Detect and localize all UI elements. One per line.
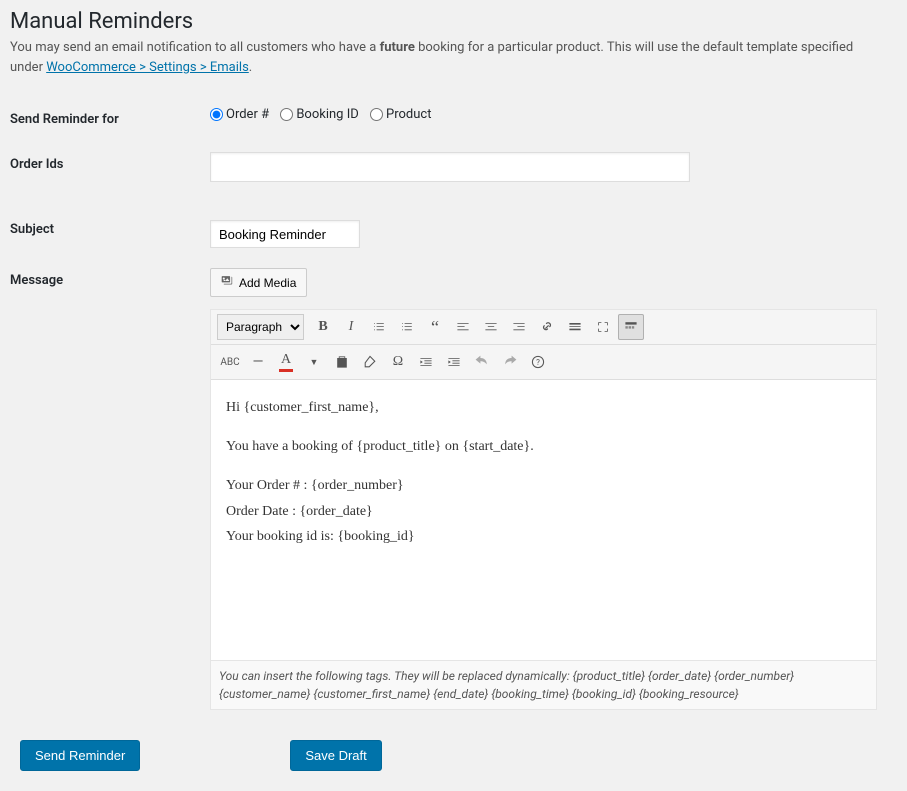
- message-label: Message: [0, 258, 200, 720]
- save-draft-button[interactable]: Save Draft: [290, 740, 381, 771]
- blockquote-button[interactable]: “: [422, 314, 448, 340]
- format-select[interactable]: Paragraph: [217, 314, 304, 340]
- add-media-label: Add Media: [239, 276, 296, 290]
- redo-button[interactable]: [497, 349, 523, 375]
- settings-link[interactable]: WooCommerce > Settings > Emails: [46, 60, 249, 75]
- page-title: Manual Reminders: [10, 0, 887, 38]
- tags-note: You can insert the following tags. They …: [210, 661, 877, 710]
- radio-product-label[interactable]: Product: [370, 107, 431, 122]
- reminder-for-label: Send Reminder for: [0, 97, 200, 142]
- editor-wrapper: Paragraph B I “ ABC — A: [210, 309, 877, 661]
- radio-order[interactable]: [210, 108, 223, 121]
- clear-formatting-button[interactable]: [357, 349, 383, 375]
- editor-toolbar-row1: Paragraph B I “: [211, 310, 876, 345]
- undo-button[interactable]: [469, 349, 495, 375]
- svg-text:?: ?: [536, 358, 540, 367]
- paste-text-button[interactable]: [329, 349, 355, 375]
- order-ids-label: Order Ids: [0, 142, 200, 192]
- special-char-button[interactable]: Ω: [385, 349, 411, 375]
- subject-label: Subject: [0, 192, 200, 258]
- reminder-for-radio-group: Order # Booking ID Product: [210, 107, 877, 122]
- number-list-button[interactable]: [394, 314, 420, 340]
- buttons-row: Send Reminder Save Draft: [0, 740, 887, 771]
- toolbar-toggle-button[interactable]: [618, 314, 644, 340]
- subject-input[interactable]: [210, 220, 360, 248]
- bold-button[interactable]: B: [310, 314, 336, 340]
- align-right-button[interactable]: [506, 314, 532, 340]
- editor-line: Your Order # : {order_number} Order Date…: [226, 473, 861, 549]
- indent-button[interactable]: [441, 349, 467, 375]
- editor-toolbar-row2: ABC — A ▼ Ω ?: [211, 345, 876, 380]
- align-left-button[interactable]: [450, 314, 476, 340]
- media-icon: [221, 274, 235, 291]
- align-center-button[interactable]: [478, 314, 504, 340]
- page-description: You may send an email notification to al…: [10, 38, 887, 77]
- order-ids-input[interactable]: [210, 152, 690, 182]
- strikethrough-button[interactable]: ABC: [217, 349, 243, 375]
- text-color-dropdown[interactable]: ▼: [301, 349, 327, 375]
- radio-booking[interactable]: [280, 108, 293, 121]
- send-reminder-button[interactable]: Send Reminder: [20, 740, 140, 771]
- bullet-list-button[interactable]: [366, 314, 392, 340]
- help-button[interactable]: ?: [525, 349, 551, 375]
- readmore-button[interactable]: [562, 314, 588, 340]
- editor-line: Hi {customer_first_name},: [226, 395, 861, 420]
- editor-line: You have a booking of {product_title} on…: [226, 434, 861, 459]
- radio-booking-label[interactable]: Booking ID: [280, 107, 358, 122]
- radio-product[interactable]: [370, 108, 383, 121]
- fullscreen-button[interactable]: [590, 314, 616, 340]
- text-color-button[interactable]: A: [273, 349, 299, 375]
- link-button[interactable]: [534, 314, 560, 340]
- italic-button[interactable]: I: [338, 314, 364, 340]
- radio-order-label[interactable]: Order #: [210, 107, 269, 122]
- outdent-button[interactable]: [413, 349, 439, 375]
- editor-content-area[interactable]: Hi {customer_first_name}, You have a boo…: [211, 380, 876, 660]
- add-media-button[interactable]: Add Media: [210, 268, 307, 297]
- hr-button[interactable]: —: [245, 349, 271, 375]
